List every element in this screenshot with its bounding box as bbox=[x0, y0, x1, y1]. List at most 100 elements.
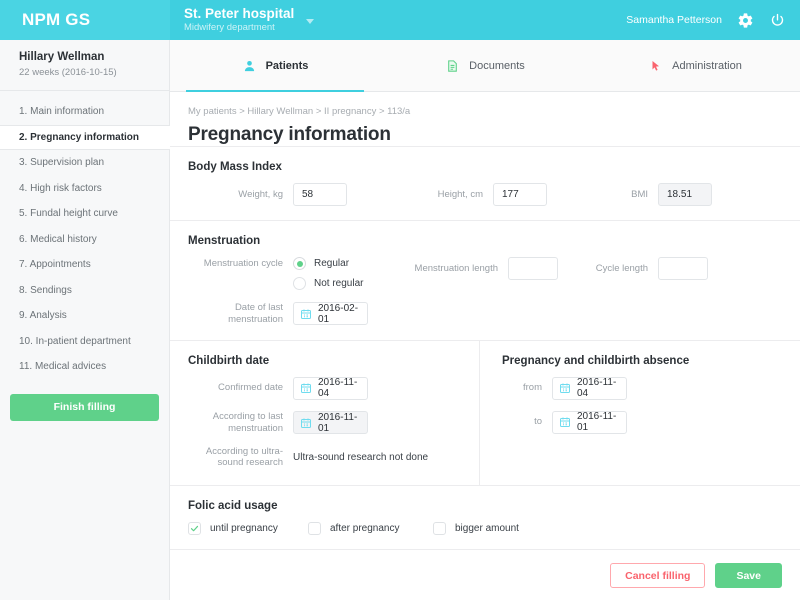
bmi-field: BMI 18.51 bbox=[593, 183, 712, 206]
menstruation-cycle-field: Menstruation cycle Regular Not regular bbox=[188, 257, 388, 290]
folic-acid-section: Folic acid usage until pregnancy after p… bbox=[170, 485, 800, 549]
tab-administration[interactable]: Administration bbox=[590, 40, 800, 91]
according-ultrasound-value: Ultra-sound research not done bbox=[293, 451, 429, 463]
patient-summary: Hillary Wellman 22 weeks (2016-10-15) bbox=[0, 40, 169, 91]
calendar-icon bbox=[300, 417, 312, 429]
confirmed-date-input[interactable]: 2016-11-04 bbox=[293, 376, 368, 400]
checkbox-until-pregnancy[interactable]: until pregnancy bbox=[188, 522, 308, 536]
checkbox-until-pregnancy-box bbox=[188, 522, 201, 536]
radio-option-not-regular[interactable]: Not regular bbox=[293, 277, 363, 290]
checkbox-after-pregnancy-box bbox=[308, 522, 321, 536]
tab-documents[interactable]: Documents bbox=[380, 40, 590, 91]
according-menstruation-value: 2016-11-01 bbox=[318, 411, 358, 434]
last-menstruation-date-input[interactable]: 2016-02-01 bbox=[293, 302, 368, 326]
user-icon bbox=[242, 58, 257, 73]
sidebar-item-appointments[interactable]: 7. Appointments bbox=[0, 252, 169, 278]
height-field: Height, cm 177 bbox=[388, 183, 593, 206]
sidebar-item-analysis[interactable]: 9. Analysis bbox=[0, 303, 169, 329]
weight-label: Weight, kg bbox=[238, 188, 283, 200]
brand-logo[interactable]: NPM GS bbox=[0, 0, 170, 40]
gear-icon[interactable] bbox=[736, 11, 754, 29]
tab-patients-label: Patients bbox=[265, 59, 309, 72]
folic-section-title: Folic acid usage bbox=[188, 500, 278, 513]
weight-input[interactable]: 58 bbox=[293, 183, 347, 206]
absence-from-field: from 2016-11-04 bbox=[502, 376, 627, 400]
sidebar-item-in-patient-department[interactable]: 10. In-patient department bbox=[0, 329, 169, 355]
sidebar-item-fundal-height-curve[interactable]: 5. Fundal height curve bbox=[0, 201, 169, 227]
according-menstruation-field: According to last menstruation 2016-11-0… bbox=[188, 411, 368, 435]
tab-patients[interactable]: Patients bbox=[170, 40, 380, 92]
power-icon[interactable] bbox=[768, 11, 786, 29]
height-input[interactable]: 177 bbox=[493, 183, 547, 206]
sidebar-item-supervision-plan[interactable]: 3. Supervision plan bbox=[0, 150, 169, 176]
chevron-down-icon bbox=[306, 19, 315, 25]
finish-filling-button[interactable]: Finish filling bbox=[10, 393, 159, 421]
last-menstruation-date-value: 2016-02-01 bbox=[318, 302, 359, 325]
checkbox-bigger-amount[interactable]: bigger amount bbox=[433, 522, 519, 536]
sidebar-item-medical-history[interactable]: 6. Medical history bbox=[0, 227, 169, 253]
confirmed-date-value: 2016-11-04 bbox=[318, 377, 358, 400]
according-ultrasound-field: According to ultra-sound research Ultra-… bbox=[188, 446, 428, 470]
menstruation-cycle-row: Menstruation cycle Regular Not regular M… bbox=[188, 257, 800, 290]
top-bar-right: Samantha Petterson bbox=[626, 11, 786, 29]
absence-to-input[interactable]: 2016-11-01 bbox=[552, 410, 627, 434]
absence-section: Pregnancy and childbirth absence from 20… bbox=[480, 341, 800, 486]
save-button[interactable]: Save bbox=[715, 563, 782, 589]
radio-regular-label: Regular bbox=[314, 258, 350, 269]
sidebar-item-sendings[interactable]: 8. Sendings bbox=[0, 278, 169, 304]
content-area: Patients Documents Administration My pat… bbox=[170, 40, 800, 600]
folic-options: until pregnancy after pregnancy bigger a… bbox=[188, 522, 800, 536]
childbirth-date-section: Childbirth date Confirmed date 2016-11-0… bbox=[170, 340, 480, 486]
menstruation-cycle-options: Regular Not regular bbox=[293, 257, 363, 290]
cancel-filling-button[interactable]: Cancel filling bbox=[610, 563, 706, 589]
hospital-department: Midwifery department bbox=[184, 22, 275, 34]
according-menstruation-row: According to last menstruation 2016-11-0… bbox=[188, 411, 479, 435]
tab-documents-label: Documents bbox=[469, 59, 525, 72]
hospital-selector[interactable]: St. Peter hospital Midwifery department bbox=[184, 5, 315, 34]
cycle-length-field: Cycle length bbox=[593, 257, 708, 280]
last-menstruation-label: Date of last menstruation bbox=[228, 302, 283, 325]
main-tabs: Patients Documents Administration bbox=[170, 40, 800, 92]
absence-from-input[interactable]: 2016-11-04 bbox=[552, 376, 627, 400]
sidebar-item-main-information[interactable]: 1. Main information bbox=[0, 99, 169, 125]
sidebar-item-pregnancy-information[interactable]: 2. Pregnancy information bbox=[0, 124, 170, 150]
sidebar-item-high-risk-factors[interactable]: 4. High risk factors bbox=[0, 176, 169, 202]
calendar-icon bbox=[300, 382, 312, 394]
page-title: Pregnancy information bbox=[188, 124, 391, 145]
checkbox-bigger-amount-box bbox=[433, 522, 446, 536]
breadcrumb[interactable]: My patients > Hillary Wellman > II pregn… bbox=[170, 92, 800, 117]
current-user-name: Samantha Petterson bbox=[626, 14, 722, 26]
radio-option-regular[interactable]: Regular bbox=[293, 257, 363, 270]
absence-to-row: to 2016-11-01 bbox=[502, 410, 800, 434]
calendar-icon bbox=[559, 416, 571, 428]
bmi-row: Weight, kg 58 Height, cm 177 BMI 18.51 bbox=[188, 183, 800, 206]
patient-gestation: 22 weeks (2016-10-15) bbox=[19, 67, 117, 78]
absence-from-value: 2016-11-04 bbox=[577, 377, 617, 400]
document-icon bbox=[445, 58, 460, 73]
finish-filling-wrapper: Finish filling bbox=[0, 380, 169, 421]
confirmed-date-field: Confirmed date 2016-11-04 bbox=[188, 376, 368, 400]
page-scroll-region[interactable]: My patients > Hillary Wellman > II pregn… bbox=[170, 92, 800, 600]
last-menstruation-row: Date of last menstruation 2016-02-01 bbox=[188, 302, 800, 326]
absence-to-value: 2016-11-01 bbox=[577, 411, 617, 434]
absence-from-row: from 2016-11-04 bbox=[502, 376, 800, 400]
checkbox-after-pregnancy[interactable]: after pregnancy bbox=[308, 522, 433, 536]
application-window: NPM GS St. Peter hospital Midwifery depa… bbox=[0, 0, 800, 600]
top-bar: NPM GS St. Peter hospital Midwifery depa… bbox=[0, 0, 800, 40]
absence-section-title: Pregnancy and childbirth absence bbox=[502, 354, 690, 367]
cycle-length-label: Cycle length bbox=[595, 262, 648, 274]
tab-administration-label: Administration bbox=[672, 59, 742, 72]
menstruation-length-input[interactable] bbox=[508, 257, 558, 280]
sidebar-nav: 1. Main information 2. Pregnancy informa… bbox=[0, 91, 170, 380]
according-ultrasound-row: According to ultra-sound research Ultra-… bbox=[188, 446, 479, 470]
body-mass-index-section: Body Mass Index Weight, kg 58 Height, cm… bbox=[170, 146, 800, 220]
height-label: Height, cm bbox=[437, 188, 483, 200]
sidebar-item-medical-advices[interactable]: 11. Medical advices bbox=[0, 354, 169, 380]
cursor-arrow-icon bbox=[648, 58, 663, 73]
weight-field: Weight, kg 58 bbox=[188, 183, 388, 206]
calendar-icon bbox=[559, 382, 571, 394]
cycle-length-input[interactable] bbox=[658, 257, 708, 280]
hospital-name: St. Peter hospital bbox=[184, 5, 295, 21]
according-ultrasound-label: According to ultra-sound research bbox=[205, 445, 283, 469]
menstruation-cycle-label: Menstruation cycle bbox=[203, 258, 283, 269]
